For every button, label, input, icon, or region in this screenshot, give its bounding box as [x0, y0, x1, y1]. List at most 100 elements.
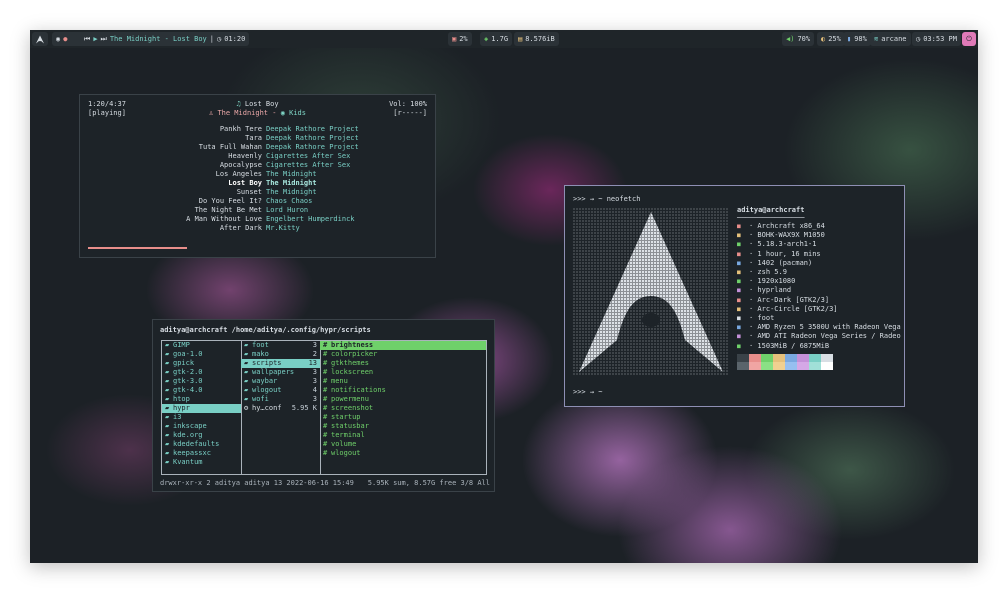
- playlist-row[interactable]: Pankh Tere Deepak Rathore Project: [80, 125, 435, 134]
- playlist-row[interactable]: Heavenly Cigarettes After Sex: [80, 152, 435, 161]
- brightness-chip[interactable]: ◐ 25%: [817, 32, 845, 46]
- folder-icon: ▰: [165, 377, 170, 385]
- file-item[interactable]: ▰ gtk-3.0: [162, 377, 241, 386]
- sysinfo-value: · AMD Ryzen 5 3500U with Radeon Vega: [749, 323, 901, 332]
- file-item[interactable]: # menu: [320, 377, 486, 386]
- track-title: Tuta Full Wahan: [198, 143, 262, 151]
- file-item[interactable]: ▰ gtk-2.0: [162, 368, 241, 377]
- color-swatch: [737, 354, 749, 362]
- file-item[interactable]: ▰ inkscape: [162, 422, 241, 431]
- media-widget[interactable]: ⏮ ▶ ⏭ The Midnight - Lost Boy | ◷ 01:20: [80, 32, 250, 46]
- progress-bar[interactable]: [88, 247, 187, 249]
- script-icon: #: [323, 440, 328, 448]
- file-item[interactable]: # lockscreen: [320, 368, 486, 377]
- playlist-row[interactable]: Sunset The Midnight: [80, 188, 435, 197]
- playlist-row[interactable]: Tara Deepak Rathore Project: [80, 134, 435, 143]
- track-artist: Cigarettes After Sex: [266, 152, 351, 160]
- file-count: 13: [308, 359, 317, 367]
- wifi-chip[interactable]: ≋ arcane: [870, 32, 911, 46]
- playlist-row[interactable]: The Night Be Met Lord Huron: [80, 206, 435, 215]
- play-icon[interactable]: ▶: [93, 35, 97, 43]
- script-icon: #: [323, 431, 328, 439]
- file-item[interactable]: ▰ scripts 13: [241, 359, 320, 368]
- file-item[interactable]: # gtkthemes: [320, 359, 486, 368]
- file-name: hypr: [173, 404, 190, 412]
- file-item[interactable]: ▰ wofi 3: [241, 395, 320, 404]
- folder-icon: ▰: [165, 386, 170, 394]
- file-name: powermenu: [331, 395, 369, 403]
- color-palette: [737, 354, 833, 370]
- file-name: keepassxc: [173, 449, 211, 457]
- folder-icon: ▰: [244, 359, 249, 367]
- file-item[interactable]: # statusbar: [320, 422, 486, 431]
- playlist-row[interactable]: A Man Without Love Engelbert Humperdinck: [80, 215, 435, 224]
- file-name: GIMP: [173, 341, 190, 349]
- file-item[interactable]: ▰ hypr: [162, 404, 241, 413]
- playlist-row[interactable]: Lost Boy The Midnight: [80, 179, 435, 188]
- music-player-window[interactable]: 1:20/4:37 [playing] ♫ Lost Boy ♙ The Mid…: [79, 94, 436, 258]
- sysinfo-value: · Arc-Circle [GTK2/3]: [749, 304, 838, 313]
- playlist-row[interactable]: Do You Feel It? Chaos Chaos: [80, 197, 435, 206]
- terminal-window[interactable]: >>> → ~ neofetch aditya@archcraft ──────…: [564, 185, 905, 407]
- file-item[interactable]: ▰ waybar 3: [241, 377, 320, 386]
- file-item[interactable]: ▰ i3: [162, 413, 241, 422]
- file-item[interactable]: # colorpicker: [320, 350, 486, 359]
- folder-icon: ▰: [165, 440, 170, 448]
- sysinfo-value: · zsh 5.9: [749, 268, 787, 277]
- power-button[interactable]: ⏻: [962, 32, 976, 46]
- sysinfo-value: · 5.18.3-arch1-1: [749, 240, 817, 249]
- sysinfo-row: ■ · AMD Ryzen 5 3500U with Radeon Vega: [737, 323, 912, 332]
- icons-icon: ■: [737, 305, 741, 313]
- file-count: 3: [312, 377, 317, 385]
- file-item[interactable]: # volume: [320, 440, 486, 449]
- launcher-button[interactable]: [32, 32, 48, 46]
- file-item[interactable]: ▰ mako 2: [241, 350, 320, 359]
- file-name: kdedefaults: [173, 440, 220, 448]
- script-icon: #: [323, 395, 328, 403]
- file-item[interactable]: # powermenu: [320, 395, 486, 404]
- file-item[interactable]: ▰ GIMP: [162, 341, 241, 350]
- file-item[interactable]: ▰ kde.org: [162, 431, 241, 440]
- file-item[interactable]: # screenshot: [320, 404, 486, 413]
- playlist-row[interactable]: Los Angeles The Midnight: [80, 170, 435, 179]
- cpu-chip[interactable]: ▣ 2%: [448, 32, 472, 46]
- sysinfo-row: ■ · AMD ATI Radeon Vega Series / Radeo: [737, 332, 912, 341]
- file-name: mako: [252, 350, 269, 358]
- file-item[interactable]: ⚙ hy…conf 5.95 K: [241, 404, 320, 413]
- playlist-row[interactable]: Tuta Full Wahan Deepak Rathore Project: [80, 143, 435, 152]
- file-item[interactable]: ▰ htop: [162, 395, 241, 404]
- file-item[interactable]: ▰ Kvantum: [162, 458, 241, 467]
- playlist-row[interactable]: After Dark Mr.Kitty: [80, 224, 435, 233]
- file-item[interactable]: # brightness: [320, 341, 486, 350]
- battery-chip[interactable]: ▮ 98%: [843, 32, 871, 46]
- temperature-icon: ◈: [484, 35, 489, 43]
- prev-icon[interactable]: ⏮: [84, 35, 90, 44]
- file-item[interactable]: ▰ gpick: [162, 359, 241, 368]
- file-item[interactable]: ▰ wallpapers 3: [241, 368, 320, 377]
- memory-chip[interactable]: ▤ 8.576iB: [514, 32, 559, 46]
- file-item[interactable]: # wlogout: [320, 449, 486, 458]
- clock-chip[interactable]: ◷ 03:53 PM: [912, 32, 961, 46]
- sysinfo-row: ■ · 1 hour, 16 mins: [737, 250, 912, 259]
- file-item[interactable]: ▰ foot 3: [241, 341, 320, 350]
- arch-icon: ■: [737, 223, 741, 230]
- track-artist: The Midnight: [266, 188, 317, 196]
- file-item[interactable]: ▰ kdedefaults: [162, 440, 241, 449]
- sysinfo-value: · foot: [749, 314, 775, 323]
- volume-chip[interactable]: ◀) 70%: [782, 32, 815, 46]
- file-manager-window[interactable]: aditya@archcraft /home/aditya/.config/hy…: [152, 319, 495, 492]
- file-item[interactable]: # notifications: [320, 386, 486, 395]
- file-item[interactable]: ▰ keepassxc: [162, 449, 241, 458]
- discord-icon[interactable]: ◉: [56, 35, 60, 43]
- next-icon[interactable]: ⏭: [101, 35, 107, 44]
- temp-chip[interactable]: ◈ 1.7G: [480, 32, 513, 46]
- wm-icon: ■: [737, 287, 741, 295]
- file-item[interactable]: # startup: [320, 413, 486, 422]
- browser-icon[interactable]: ●: [63, 35, 67, 43]
- playlist-row[interactable]: Apocalypse Cigarettes After Sex: [80, 161, 435, 170]
- file-item[interactable]: ▰ gtk-4.0: [162, 386, 241, 395]
- file-item[interactable]: ▰ wlogout 4: [241, 386, 320, 395]
- file-item[interactable]: ▰ goa-1.0: [162, 350, 241, 359]
- file-item[interactable]: # terminal: [320, 431, 486, 440]
- script-icon: #: [323, 449, 328, 457]
